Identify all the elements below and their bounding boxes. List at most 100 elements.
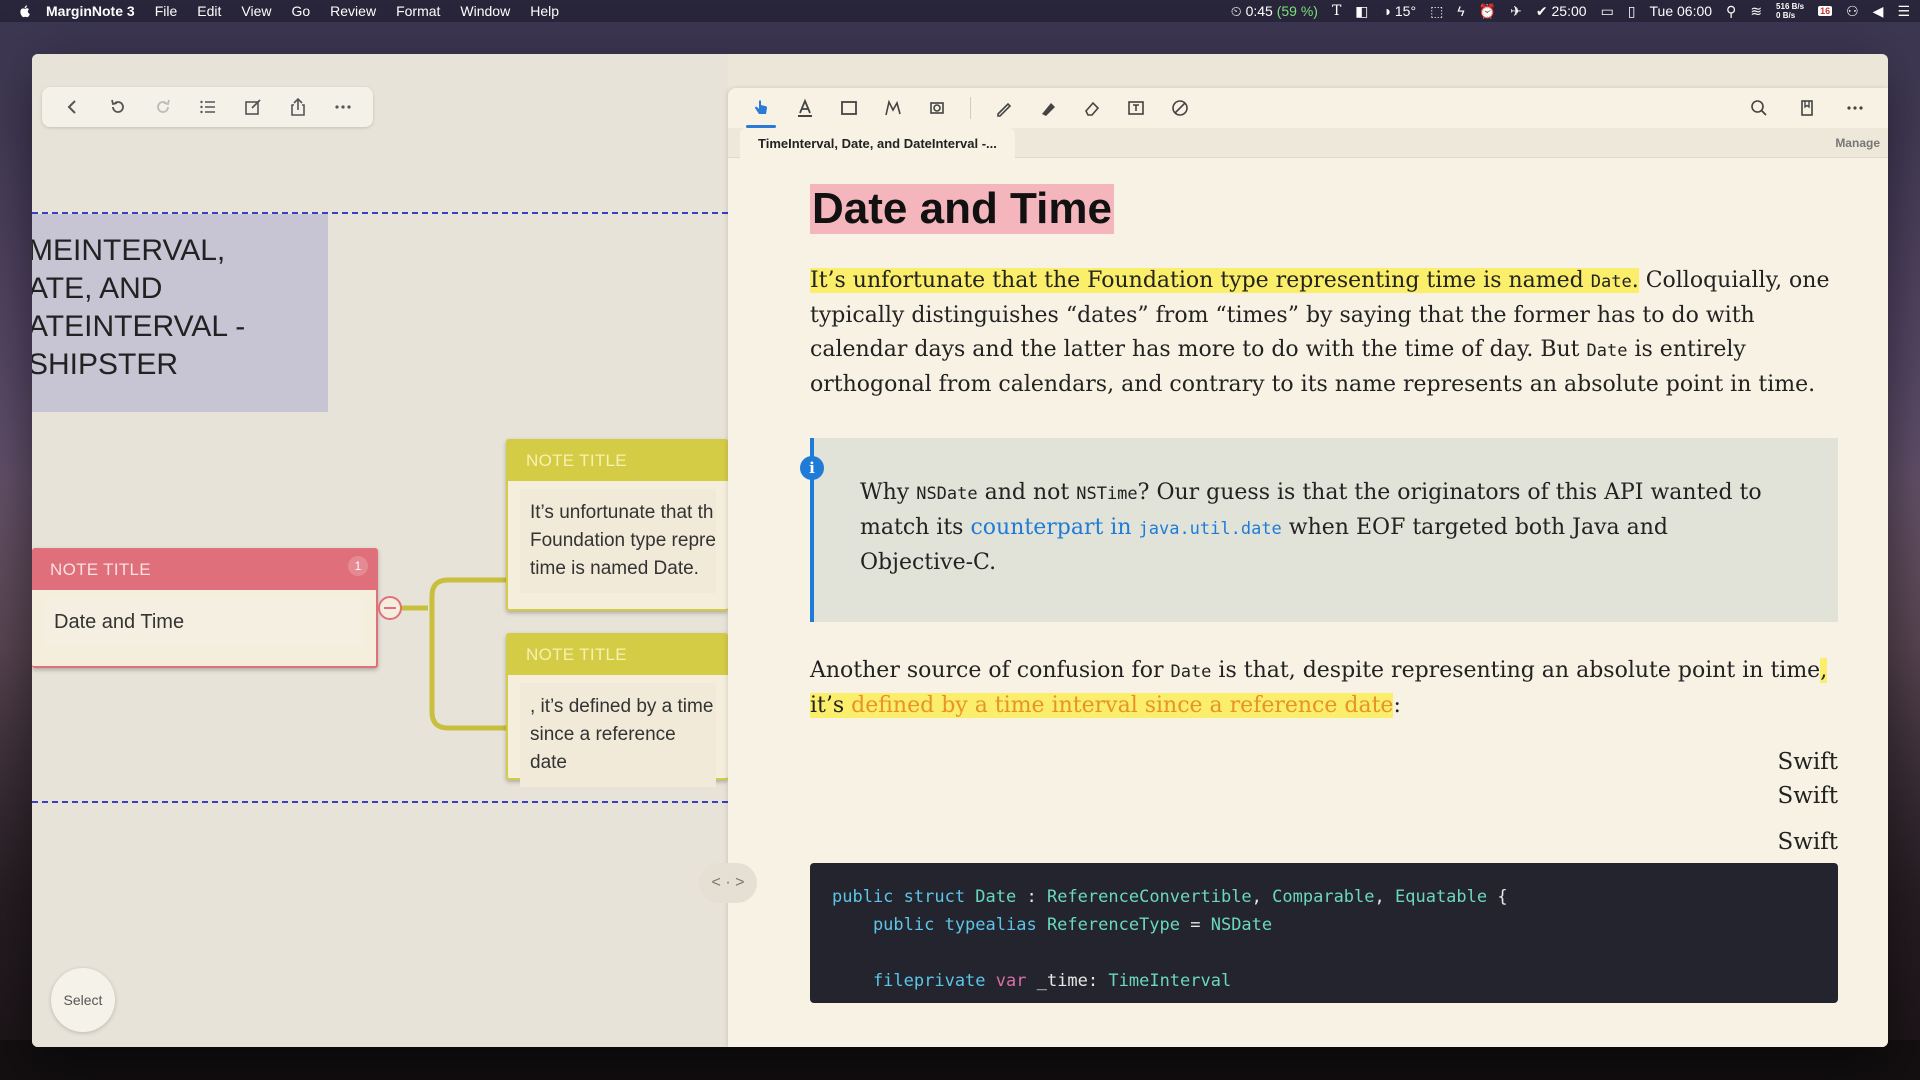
image-capture-icon[interactable]	[926, 97, 948, 119]
network-speed[interactable]: 516 B/s 0 B/s	[1776, 2, 1804, 20]
code-punct: :	[1087, 971, 1109, 991]
bolt-icon[interactable]: ϟ	[1457, 3, 1464, 19]
highlight-orange-text[interactable]: defined by a time interval since a refer…	[851, 693, 1394, 718]
key-icon[interactable]: ⚲	[1726, 3, 1736, 20]
callout-text: and not	[977, 480, 1077, 505]
menu-review[interactable]: Review	[330, 3, 376, 19]
wifi-icon[interactable]: ≋	[1750, 3, 1762, 20]
alarm-icon[interactable]: ⏰	[1479, 3, 1496, 20]
typeface-icon[interactable]: T	[1332, 3, 1341, 19]
code-keyword: public typealias	[832, 915, 1047, 935]
more-icon[interactable]	[332, 96, 354, 118]
battery-icon[interactable]: ▯	[1628, 3, 1636, 20]
share-icon[interactable]	[287, 96, 309, 118]
code-type: ReferenceConvertible	[1046, 887, 1252, 907]
user-icon[interactable]: ⚇	[1846, 3, 1859, 20]
highlight-text-end: .	[1631, 268, 1639, 293]
pane-splitter-handle[interactable]: < · >	[699, 863, 757, 903]
pen-icon[interactable]	[993, 97, 1015, 119]
inline-code: Date	[1586, 341, 1628, 361]
mindmap-toolbar	[42, 87, 373, 127]
highlight-selection[interactable]: It’s unfortunate that the Foundation typ…	[810, 268, 1639, 293]
textbox-icon[interactable]	[1125, 97, 1147, 119]
timer-icon: ⏲	[1230, 2, 1242, 19]
code-type: TimeInterval	[1108, 971, 1232, 991]
disable-tool-icon[interactable]	[1169, 97, 1191, 119]
collapse-branch-button[interactable]	[378, 596, 402, 620]
paragraph-text: Another source of confusion for	[810, 658, 1171, 683]
code-punct: =	[1180, 915, 1211, 935]
marker-icon[interactable]	[1037, 97, 1059, 119]
screenshot-icon[interactable]: ⬚	[1430, 3, 1443, 20]
child-note-header: NOTE TITLE	[508, 635, 728, 675]
pin-icon[interactable]: ✈	[1510, 3, 1522, 20]
code-keyword: fileprivate	[832, 971, 996, 991]
root-note-card[interactable]: NOTE TITLE 1 Date and Time	[32, 548, 378, 668]
toolbar-divider	[970, 97, 971, 119]
code-punct: :	[1016, 887, 1047, 907]
child-note-header: NOTE TITLE	[508, 441, 728, 481]
clock-status[interactable]: Tue 06:00	[1650, 3, 1713, 19]
inline-code: NSTime	[1076, 484, 1138, 504]
child-note-card[interactable]: NOTE TITLE , it’s defined by a time sinc…	[506, 633, 728, 787]
undo-icon[interactable]	[107, 96, 129, 118]
menu-edit[interactable]: Edit	[197, 3, 221, 19]
child-note-card[interactable]: NOTE TITLE It’s unfortunate that th Foun…	[506, 439, 728, 611]
menu-format[interactable]: Format	[396, 3, 440, 19]
control-center-icon[interactable]: ☰	[1897, 3, 1910, 20]
more-options-icon[interactable]	[1844, 97, 1866, 119]
weather-status[interactable]: ◑ 15°	[1383, 3, 1417, 19]
check-circle-icon: ✔	[1535, 2, 1548, 19]
code-type: Date	[975, 887, 1017, 907]
rectangle-select-icon[interactable]	[838, 97, 860, 119]
back-arrow-icon[interactable]	[62, 96, 84, 118]
select-button[interactable]: Select	[51, 968, 115, 1032]
root-note-body: Date and Time	[44, 598, 364, 646]
child-note-body: , it’s defined by a time since a referen…	[520, 683, 716, 787]
document-toolbar	[728, 88, 1888, 128]
app-window: MEINTERVAL, ATE, AND ATEINTERVAL - SHIPS…	[32, 54, 1888, 1047]
lasso-icon[interactable]	[882, 97, 904, 119]
counterpart-link[interactable]: counterpart in java.util.date	[970, 515, 1281, 540]
link-code: java.util.date	[1138, 519, 1282, 539]
document-content: Date and Time It’s unfortunate that the …	[800, 178, 1838, 1003]
hand-pointer-icon[interactable]	[746, 97, 776, 128]
code-identifier: _time	[1026, 971, 1088, 991]
d-app-icon[interactable]: ◧	[1355, 3, 1368, 20]
mindmap-title-block[interactable]: MEINTERVAL, ATE, AND ATEINTERVAL - SHIPS…	[32, 214, 328, 412]
search-icon[interactable]	[1748, 97, 1770, 119]
mindmap-title: MEINTERVAL, ATE, AND ATEINTERVAL - SHIPS…	[32, 234, 246, 381]
code-type: Equatable	[1395, 887, 1488, 907]
code-block: public struct Date : ReferenceConvertibl…	[810, 863, 1838, 1003]
menu-bar: MarginNote 3 File Edit View Go Review Fo…	[0, 0, 1920, 22]
menu-view[interactable]: View	[241, 3, 271, 19]
menu-window[interactable]: Window	[460, 3, 510, 19]
mindmap-pane: MEINTERVAL, ATE, AND ATEINTERVAL - SHIPS…	[32, 54, 728, 1047]
volume-icon[interactable]: ◀	[1873, 3, 1884, 20]
manage-button[interactable]: Manage	[1835, 136, 1880, 150]
apple-icon[interactable]	[18, 3, 34, 19]
pomodoro-status[interactable]: ✔ 25:00	[1536, 3, 1587, 20]
language-label: Swift	[1777, 749, 1838, 775]
eraser-icon[interactable]	[1081, 97, 1103, 119]
redo-icon[interactable]	[152, 96, 174, 118]
menu-go[interactable]: Go	[291, 3, 310, 19]
calendar-icon[interactable]: 16	[1818, 6, 1833, 16]
net-down: 0 B/s	[1776, 11, 1796, 20]
inline-code: Date	[1170, 662, 1212, 682]
text-highlight-icon[interactable]	[794, 97, 816, 119]
outline-list-icon[interactable]	[197, 96, 219, 118]
menu-app-name[interactable]: MarginNote 3	[46, 3, 135, 19]
display-icon[interactable]: ▭	[1601, 3, 1614, 20]
compose-icon[interactable]	[242, 96, 264, 118]
menu-file[interactable]: File	[155, 3, 178, 19]
code-keyword: var	[995, 971, 1027, 991]
link-text: counterpart in	[970, 515, 1139, 540]
battery-percent: (59 %)	[1276, 2, 1318, 19]
document-tab[interactable]: TimeInterval, Date, and DateInterval -..…	[740, 128, 1015, 158]
timer-status[interactable]: ⏲ 0:45 (59 %)	[1231, 3, 1318, 20]
bookmark-icon[interactable]	[1796, 97, 1818, 119]
inline-code: NSDate	[916, 484, 978, 504]
menu-help[interactable]: Help	[530, 3, 559, 19]
moon-icon: ◑	[1382, 3, 1391, 19]
